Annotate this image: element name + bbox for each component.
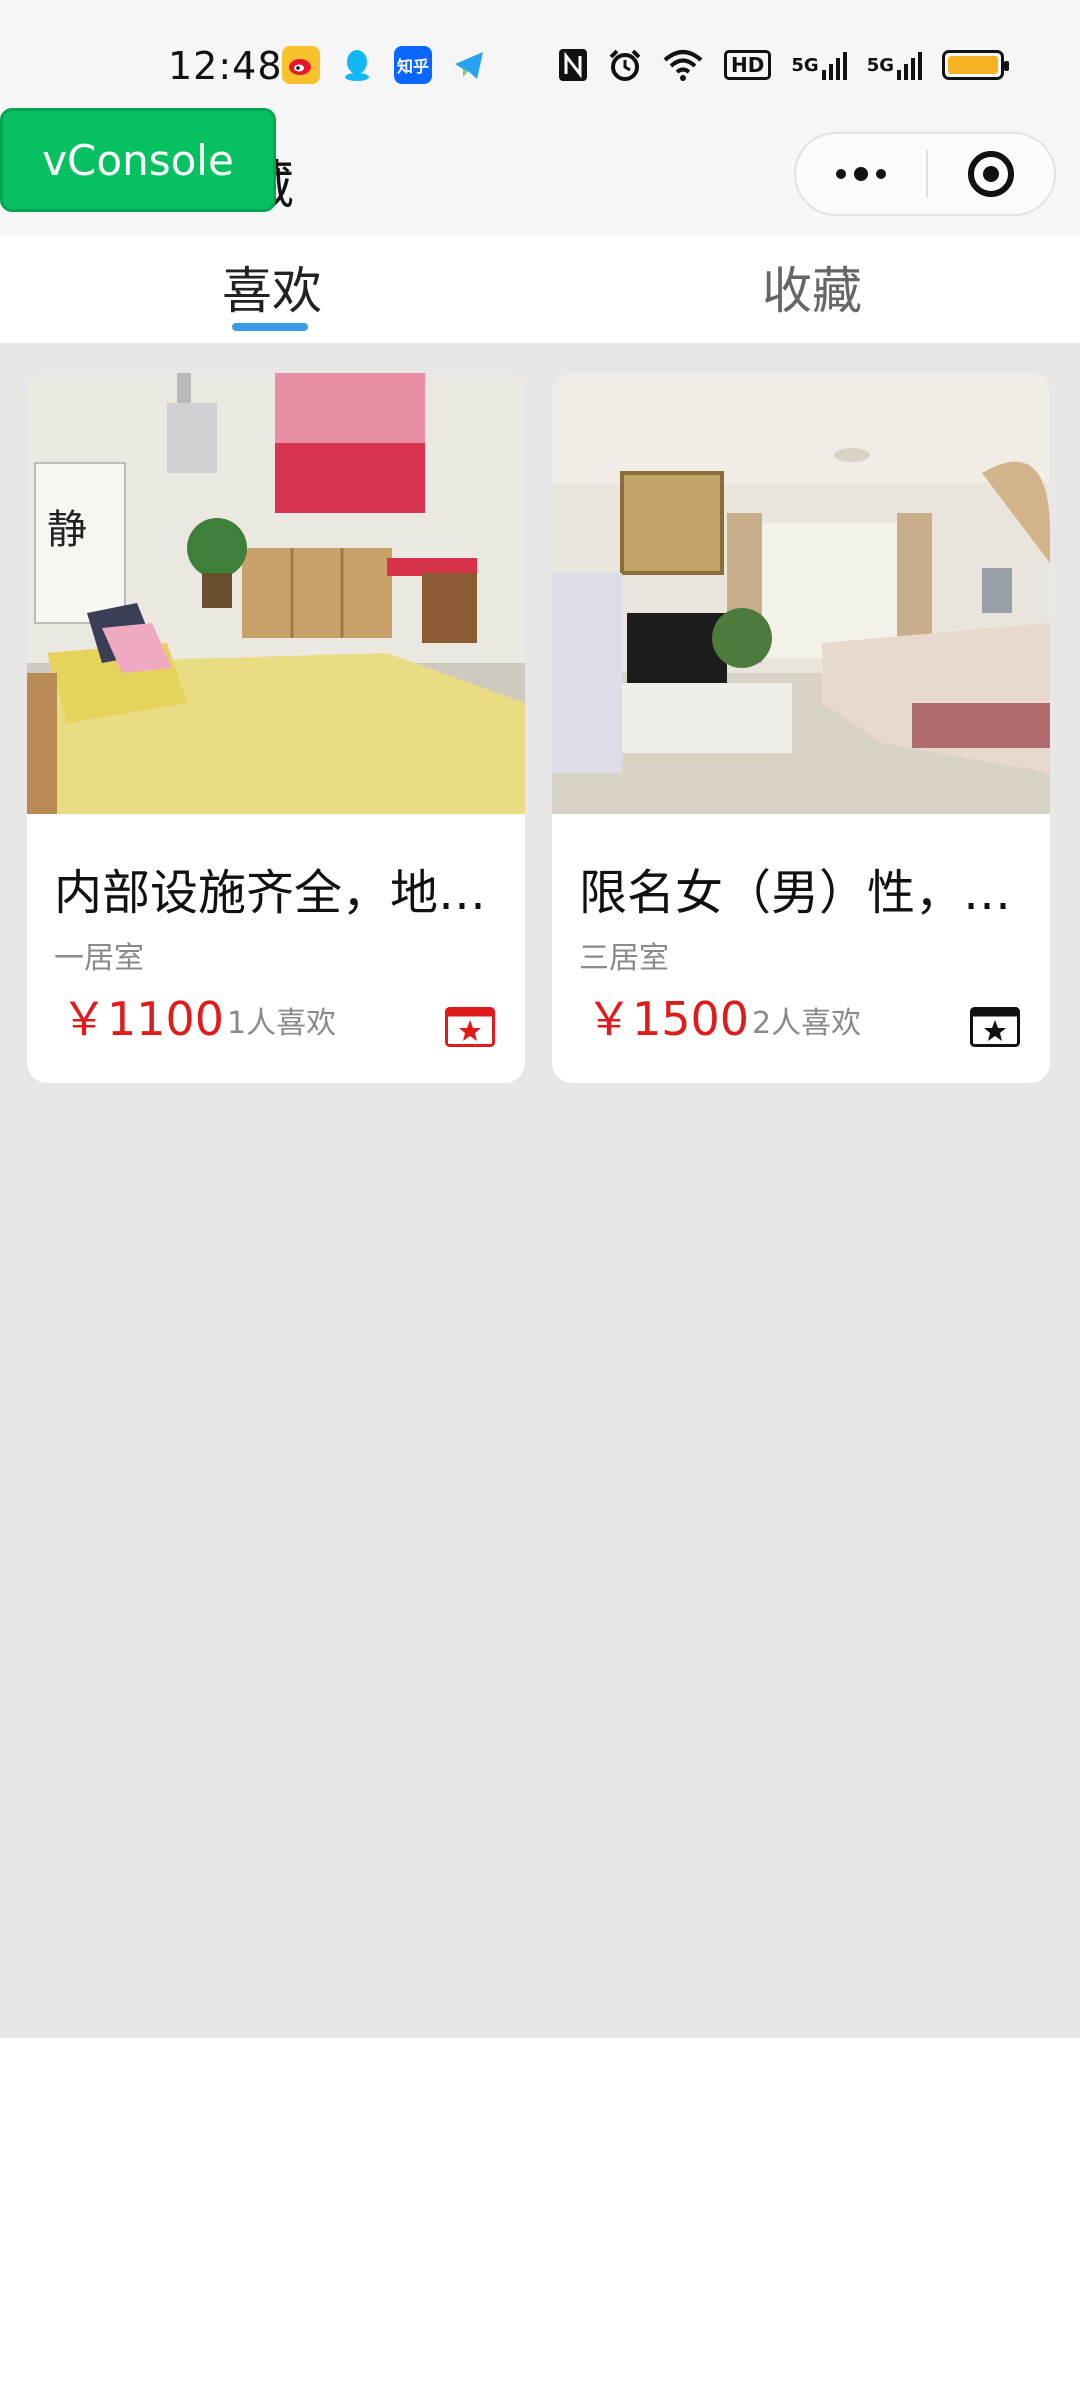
signal-5g-icon: 5G — [867, 48, 922, 82]
alarm-icon — [608, 48, 642, 82]
listing-price: ￥1500 — [586, 992, 750, 1046]
listing-likes-count: 1人喜欢 — [227, 1006, 337, 1041]
listing-photo-bedroom: 静 — [27, 373, 525, 814]
collect-star-icon[interactable] — [445, 1007, 495, 1047]
system-icons: HD 5G 5G — [558, 48, 1009, 82]
tab-bar: 喜欢 收藏 — [0, 235, 1080, 343]
zhihu-icon: 知乎 — [394, 46, 432, 84]
more-button[interactable] — [796, 134, 926, 214]
listing-card[interactable]: 静 内部设施齐全，地铁 一居室 ￥1100 1人喜欢 — [27, 373, 525, 1083]
signal-label: 5G — [791, 54, 819, 76]
listing-likes-count: 2人喜欢 — [752, 1006, 862, 1041]
listing-title: 限名女（男）性，合租 — [579, 865, 1029, 921]
nfc-icon — [558, 48, 588, 82]
listing-room-type: 一居室 — [54, 941, 144, 976]
status-time: 12:48 — [168, 44, 283, 88]
wifi-icon — [662, 48, 704, 82]
zhihu-label: 知乎 — [396, 57, 429, 76]
signal-label: 5G — [866, 54, 894, 76]
weibo-icon — [282, 46, 320, 84]
collect-star-icon[interactable] — [970, 1007, 1020, 1047]
svg-text:静: 静 — [47, 507, 87, 553]
notification-icons: 知乎 — [282, 46, 488, 84]
more-icon — [836, 167, 886, 181]
close-miniprogram-button[interactable] — [928, 134, 1054, 214]
active-tab-indicator — [232, 323, 308, 331]
miniprogram-capsule — [794, 132, 1056, 216]
listing-title: 内部设施齐全，地铁口附近 — [54, 865, 504, 921]
vconsole-button[interactable]: vConsole — [0, 108, 276, 212]
hd-icon: HD — [724, 50, 772, 80]
target-icon — [968, 151, 1014, 197]
telegram-icon — [450, 46, 488, 84]
battery-icon — [942, 50, 1009, 80]
listing-price: ￥1100 — [61, 992, 225, 1046]
listing-photo-living-room — [552, 373, 1050, 814]
tab-favorites[interactable]: 收藏 — [540, 235, 1080, 343]
signal-5g-icon: 5G — [791, 48, 847, 82]
hd-label: HD — [731, 53, 765, 77]
qq-icon — [338, 46, 376, 84]
listing-card[interactable]: 限名女（男）性，合租 三居室 ￥1500 2人喜欢 — [552, 373, 1050, 1083]
listing-room-type: 三居室 — [579, 941, 669, 976]
battery-level — [948, 56, 998, 74]
tab-likes[interactable]: 喜欢 — [0, 235, 540, 343]
listing-grid: 静 内部设施齐全，地铁 一居室 ￥1100 1人喜欢 限名女（男）性，合租 三居… — [0, 343, 1080, 2038]
tab-favorites-label: 收藏 — [762, 262, 862, 320]
